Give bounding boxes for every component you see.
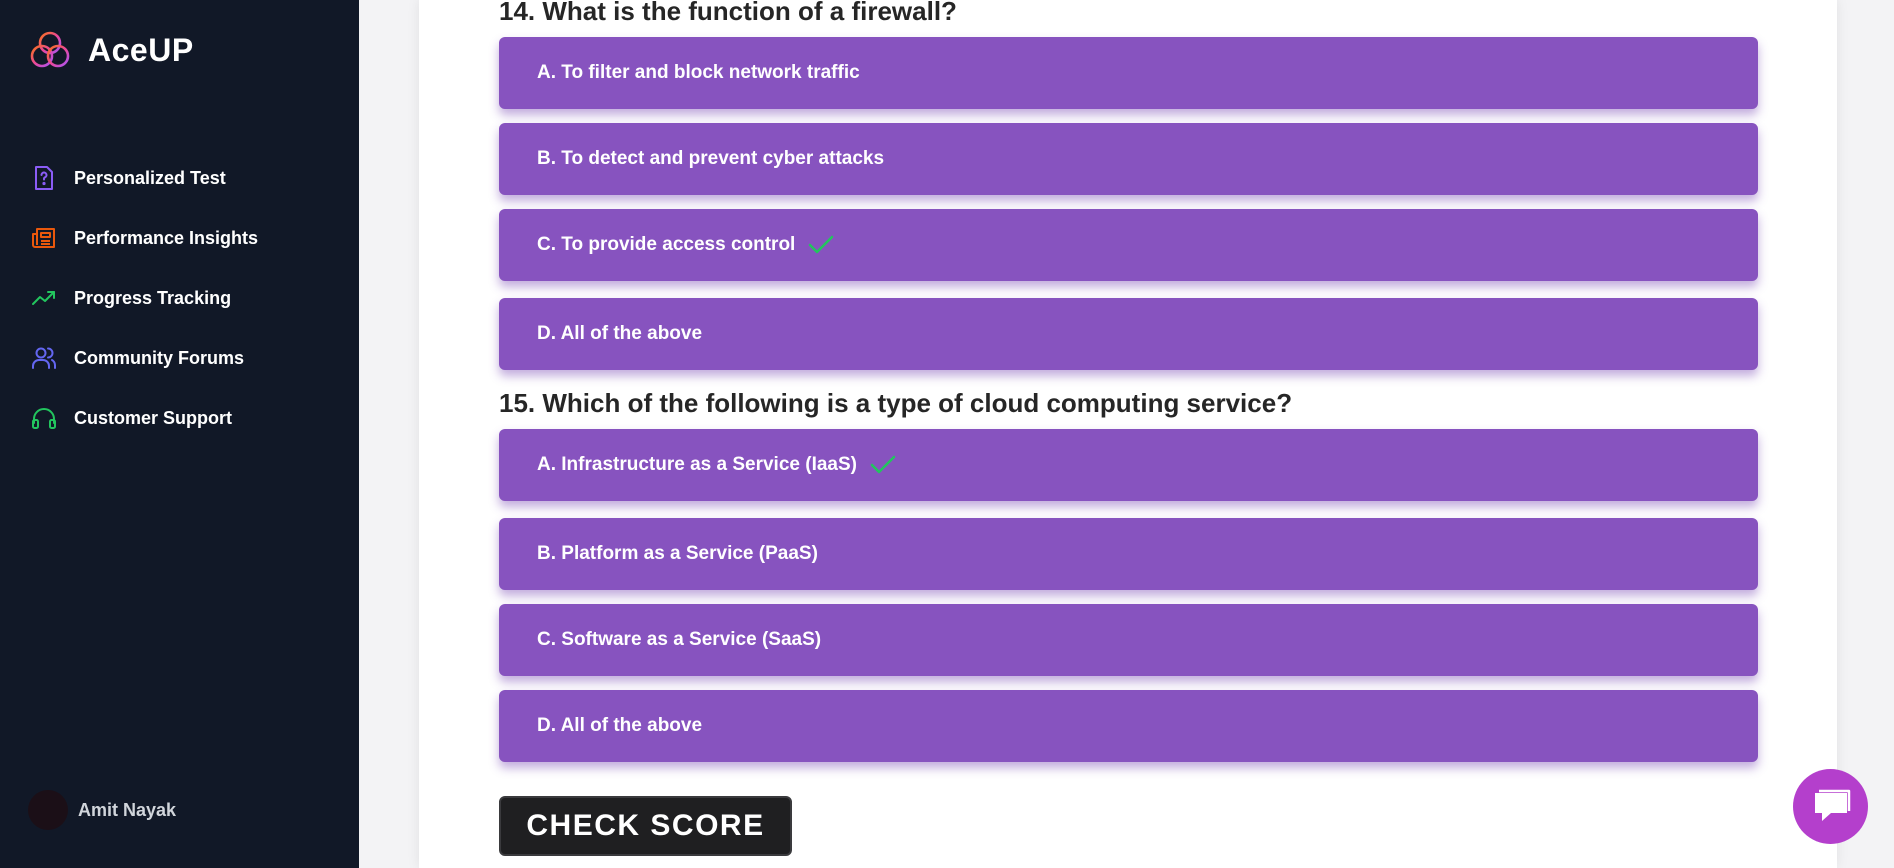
brand[interactable]: AceUP [28,28,194,72]
option-button[interactable]: C. Software as a Service (SaaS) [499,604,1758,676]
option-label: C. To provide access control [537,234,796,255]
question-document-icon [30,164,58,192]
checkmark-icon [870,455,896,474]
sidebar: AceUP Personalized Test Performance Insi… [0,0,359,868]
option-button[interactable]: A. Infrastructure as a Service (IaaS) [499,429,1758,501]
option-label: C. Software as a Service (SaaS) [537,629,822,650]
sidebar-item-performance-insights[interactable]: Performance Insights [30,208,258,268]
option-button[interactable]: B. Platform as a Service (PaaS) [499,518,1758,590]
sidebar-item-label: Community Forums [74,347,245,368]
trend-up-icon [30,284,58,312]
newspaper-icon [30,224,58,252]
sidebar-item-label: Performance Insights [74,227,259,248]
option-label: D. All of the above [537,715,703,736]
sidebar-item-label: Personalized Test [74,167,226,188]
option-button[interactable]: C. To provide access control [499,209,1758,281]
option-label: D. All of the above [537,323,703,344]
option-button[interactable]: D. All of the above [499,298,1758,370]
sidebar-item-customer-support[interactable]: Customer Support [30,388,258,448]
chat-bubble-icon [1814,789,1850,821]
option-label: A. To filter and block network traffic [537,62,860,83]
headphones-icon [30,404,58,432]
sidebar-nav: Personalized Test Performance Insights P… [30,148,258,448]
sidebar-item-progress-tracking[interactable]: Progress Tracking [30,268,258,328]
option-button[interactable]: A. To filter and block network traffic [499,37,1758,109]
sidebar-item-label: Customer Support [74,407,233,428]
sidebar-item-label: Progress Tracking [74,287,232,308]
chat-button[interactable] [1793,769,1868,844]
question-title: 15. Which of the following is a type of … [499,388,1293,418]
option-button[interactable]: D. All of the above [499,690,1758,762]
users-icon [30,344,58,372]
question-title: 14. What is the function of a firewall? [499,0,957,26]
sidebar-item-community-forums[interactable]: Community Forums [30,328,258,388]
option-label: B. Platform as a Service (PaaS) [537,543,818,564]
check-score-button[interactable]: CHECK SCORE [499,796,792,856]
option-label: B. To detect and prevent cyber attacks [537,148,885,169]
option-label: A. Infrastructure as a Service (IaaS) [537,454,857,475]
option-button[interactable]: B. To detect and prevent cyber attacks [499,123,1758,195]
sidebar-item-personalized-test[interactable]: Personalized Test [30,148,258,208]
avatar[interactable] [28,790,68,830]
brand-name: AceUP [88,31,194,68]
user-name: Amit Nayak [78,799,177,820]
triple-ring-logo-icon [30,31,70,68]
checkmark-icon [809,235,834,254]
user-profile[interactable]: Amit Nayak [28,790,176,830]
quiz-card: 14. What is the function of a firewall? … [419,0,1837,868]
